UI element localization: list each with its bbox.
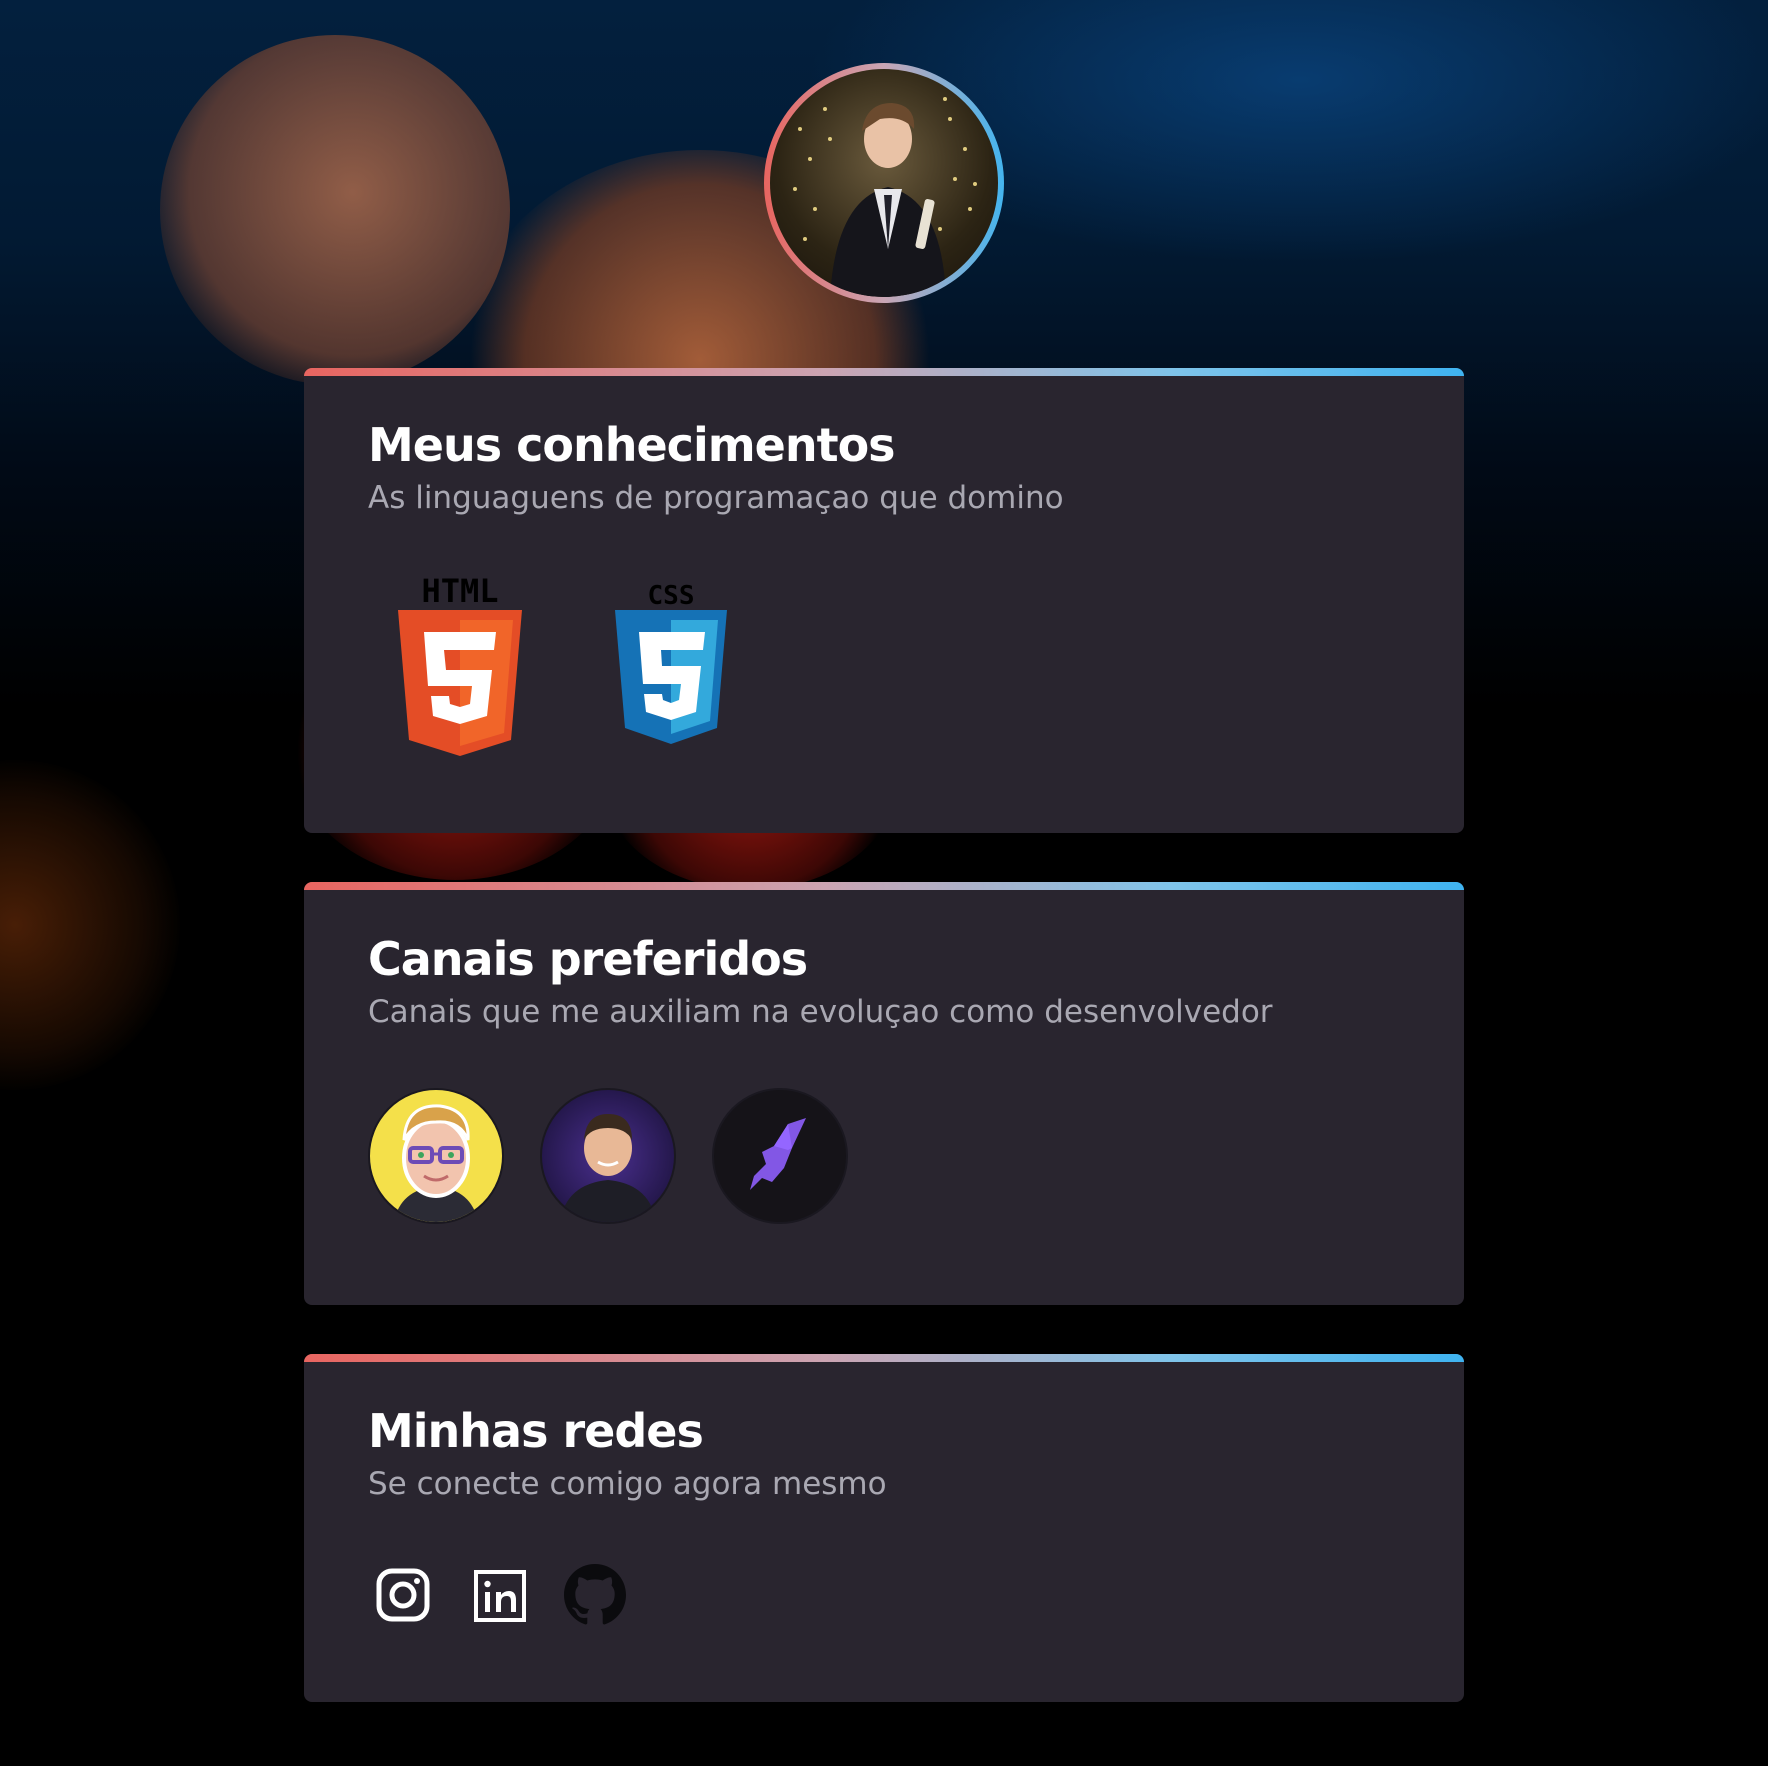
section-title: Meus conhecimentos [368,418,896,472]
section-subtitle: Se conecte comigo agora mesmo [368,1466,887,1502]
card-accent-bar [304,368,1464,376]
profile-avatar [764,63,1004,303]
section-subtitle: Canais que me auxiliam na evoluçao como … [368,994,1273,1030]
section-subtitle: As linguaguens de programaçao que domino [368,480,1064,516]
channels-card: Canais preferidos Canais que me auxiliam… [304,882,1464,1305]
section-title: Minhas redes [368,1404,704,1458]
card-accent-bar [304,1354,1464,1362]
instagram-icon[interactable] [368,1560,438,1630]
profile-photo [770,69,998,297]
github-icon[interactable] [560,1560,630,1630]
html5-logo: HTML [394,568,526,763]
bokeh-light [160,35,510,385]
bokeh-light [0,760,180,1090]
social-card: Minhas redes Se conecte comigo agora mes… [304,1354,1464,1702]
channel-avatar-rocketseat[interactable] [712,1088,848,1224]
knowledge-card: Meus conhecimentos As linguaguens de pro… [304,368,1464,833]
css3-logo: CSS [613,578,729,753]
html-label: HTML [421,572,498,610]
channel-avatar-person[interactable] [540,1088,676,1224]
channel-avatar-cartoon[interactable] [368,1088,504,1224]
css-label: CSS [648,581,695,611]
card-accent-bar [304,882,1464,890]
linkedin-icon[interactable] [464,1560,534,1630]
section-title: Canais preferidos [368,932,808,986]
